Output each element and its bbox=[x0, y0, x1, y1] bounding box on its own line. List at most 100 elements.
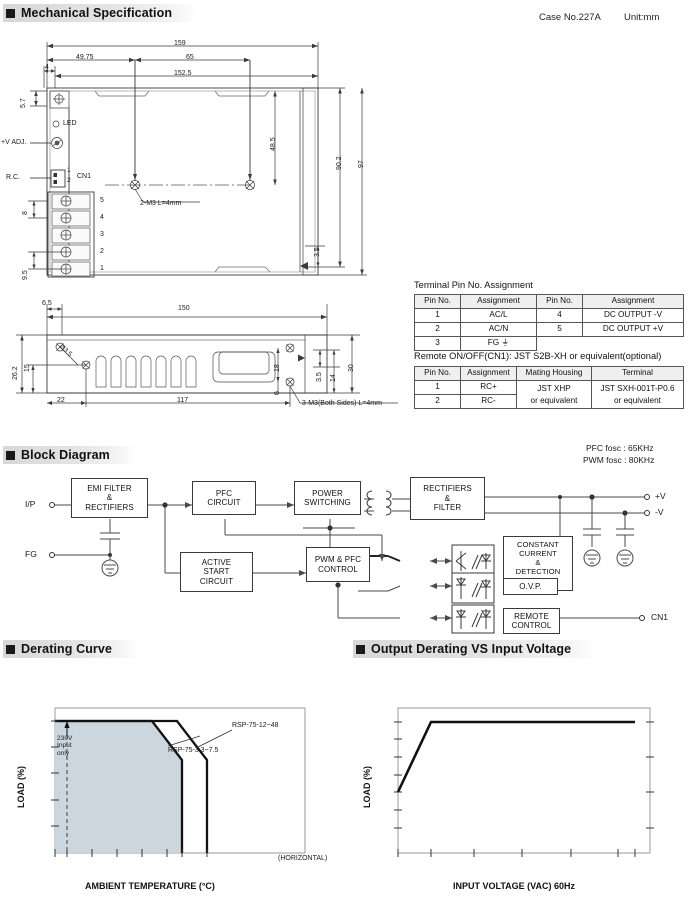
label-cn1-pin2: 2 bbox=[67, 177, 71, 184]
terminal-vpos-icon bbox=[644, 494, 650, 500]
terminal-cn1-icon bbox=[639, 615, 645, 621]
terminal-ip-label: I/P bbox=[25, 499, 36, 509]
section-header-mechanical: Mechanical Specification bbox=[3, 4, 199, 22]
label-led: LED bbox=[63, 120, 77, 127]
cell-pin-4: 4 bbox=[536, 308, 583, 323]
cell-assign-3-text: FG bbox=[487, 338, 500, 348]
dim-pitch-8: 8 bbox=[22, 211, 29, 215]
block-remote-control-label: REMOTE CONTROL bbox=[511, 611, 552, 630]
dim-h-3-5: 3.5 bbox=[316, 372, 323, 382]
table-row: 1 RC+ JST XHP or equivalent JST SXH-001T… bbox=[414, 380, 684, 409]
dim-left-6-5: 6.5 bbox=[42, 300, 52, 307]
ylabel-output-derating: LOAD (%) bbox=[362, 766, 372, 808]
dim-height-15: 15 bbox=[24, 364, 31, 372]
th-r-pin-no: Pin No. bbox=[414, 366, 461, 381]
label-cn1-pin1: 1 bbox=[67, 167, 71, 174]
dim-mount-left: 49.75 bbox=[76, 54, 94, 61]
block-pfc-circuit: PFC CIRCUIT bbox=[192, 481, 256, 515]
dim-span-117: 117 bbox=[177, 397, 189, 404]
mechanical-top-view-drawing bbox=[28, 42, 367, 278]
terminal-num-2: 2 bbox=[100, 248, 104, 255]
block-active-start-label: ACTIVE START CIRCUIT bbox=[199, 557, 234, 586]
terminal-fg-icon bbox=[49, 552, 55, 558]
section-header-derating-curve: Derating Curve bbox=[3, 640, 139, 658]
terminal-num-3: 3 bbox=[100, 231, 104, 238]
table-header-row: Pin No. Assignment Pin No. Assignment bbox=[414, 294, 684, 309]
block-power-switching: POWER SWITCHING bbox=[294, 481, 361, 515]
chart-output-derating: 100 90 80 70 60 50 40 85 100 115 135 155… bbox=[350, 668, 700, 905]
cell-pin-1: 1 bbox=[414, 308, 461, 323]
cell-pin-2: 2 bbox=[414, 322, 461, 337]
terminal-pin-table: Pin No. Assignment Pin No. Assignment 1 … bbox=[414, 294, 684, 351]
dim-inner-width: 152.5 bbox=[174, 70, 192, 77]
dim-edge-3-5: 3.5 bbox=[314, 247, 321, 257]
section-title-output-derating: Output Derating VS Input Voltage bbox=[371, 642, 572, 656]
datasheet-page: Mechanical Specification Case No.227A Un… bbox=[0, 0, 700, 905]
th-pin-no-1: Pin No. bbox=[414, 294, 461, 309]
dim-edge-4: 4 bbox=[45, 64, 49, 71]
xlabel-derating-curve: AMBIENT TEMPERATURE (°C) bbox=[85, 881, 215, 891]
cell-assign-1: AC/L bbox=[460, 308, 537, 323]
table-header-row: Pin No. Assignment Mating Housing Termin… bbox=[414, 366, 684, 381]
dim-length-150: 150 bbox=[178, 305, 190, 312]
cell-empty-2 bbox=[583, 337, 684, 351]
terminal-fg-label: FG bbox=[25, 549, 37, 559]
block-pwm-pfc-control: PWM & PFC CONTROL bbox=[306, 547, 370, 582]
terminal-vneg-label: -V bbox=[655, 507, 664, 517]
cell-pin-3: 3 bbox=[414, 336, 461, 351]
label-rc: R.C. bbox=[6, 174, 20, 181]
th-assignment-2: Assignment bbox=[582, 294, 684, 309]
section-title-mechanical: Mechanical Specification bbox=[21, 6, 173, 20]
annotation-horizontal: (HORIZONTAL) bbox=[278, 855, 328, 862]
dim-h-30: 30 bbox=[348, 364, 355, 372]
dim-edge-5-7: 5.7 bbox=[20, 98, 27, 108]
section-header-block-diagram: Block Diagram bbox=[3, 446, 136, 464]
th-assignment-1: Assignment bbox=[460, 294, 537, 309]
derating-curve-plot bbox=[51, 707, 306, 857]
chart-derating-curve: 100 80 60 40 20 -25 -20 0 10 20 40 50 60… bbox=[0, 668, 350, 905]
block-rectifiers-label: RECTIFIERS & FILTER bbox=[423, 484, 472, 513]
dim-depth-48-5: 48.5 bbox=[270, 137, 277, 151]
section-title-derating-curve: Derating Curve bbox=[21, 642, 113, 656]
terminal-num-4: 4 bbox=[100, 214, 104, 221]
cell-pin-5: 5 bbox=[536, 322, 583, 337]
th-pin-no-2: Pin No. bbox=[536, 294, 583, 309]
block-active-start-circuit: ACTIVE START CIRCUIT bbox=[180, 552, 253, 592]
cell-r-terminal: JST SXH-001T-P0.6 or equivalent bbox=[591, 380, 684, 409]
unit-label: Unit:mm bbox=[624, 12, 660, 23]
note-2-m3: 2-M3 L=4mm bbox=[140, 200, 182, 207]
cell-r-pin-2: 2 bbox=[414, 394, 461, 409]
bullet-square-icon bbox=[6, 450, 15, 460]
note-pwm-fosc: PWM fosc : 80KHz bbox=[583, 455, 655, 465]
label-cn1: CN1 bbox=[77, 173, 92, 180]
block-emi-filter-rectifiers: EMI FILTER & RECTIFIERS bbox=[71, 478, 148, 518]
case-number: Case No.227A bbox=[539, 12, 601, 23]
remote-onoff-table: Pin No. Assignment Mating Housing Termin… bbox=[414, 366, 684, 409]
table-row: 2 AC/N 5 DC OUTPUT +V bbox=[414, 322, 684, 337]
annotation-230v-input-only: 230V Input only bbox=[57, 735, 73, 757]
bullet-square-icon bbox=[6, 8, 15, 18]
label-series-rsp-75-3-3-7-5: RSP-75-3.3~7.5 bbox=[168, 747, 219, 754]
dim-height-26-2: 26.2 bbox=[12, 366, 19, 380]
table-row: 1 AC/L 4 DC OUTPUT -V bbox=[414, 308, 684, 323]
dim-depth-90-2: 90.2 bbox=[336, 156, 343, 170]
th-r-terminal: Terminal bbox=[591, 366, 684, 381]
cell-assign-2: AC/N bbox=[460, 322, 537, 337]
terminal-vpos-label: +V bbox=[655, 491, 666, 501]
block-power-switching-label: POWER SWITCHING bbox=[304, 488, 351, 507]
terminal-l1: JST SXH-001T-P0.6 bbox=[600, 384, 675, 394]
derating-shaded-area bbox=[55, 721, 182, 853]
cell-r-mating-housing: JST XHP or equivalent bbox=[516, 380, 592, 409]
cell-assign-3: FG ⏚ bbox=[460, 336, 537, 351]
terminal-vneg-icon bbox=[644, 510, 650, 516]
cell-r-assign-2: RC- bbox=[460, 394, 517, 409]
cell-assign-5: DC OUTPUT +V bbox=[582, 322, 684, 337]
block-ovp-label: O.V.P. bbox=[519, 581, 542, 591]
bullet-square-icon bbox=[356, 644, 365, 654]
section-header-output-derating: Output Derating VS Input Voltage bbox=[353, 640, 598, 658]
cell-empty-1 bbox=[537, 337, 583, 351]
dim-overall-width: 159 bbox=[174, 40, 186, 47]
terminal-l2: or equivalent bbox=[614, 395, 661, 405]
terminal-num-1: 1 bbox=[100, 265, 104, 272]
note-3-m3: 3-M3(Both Sides) L=4mm bbox=[302, 400, 382, 407]
